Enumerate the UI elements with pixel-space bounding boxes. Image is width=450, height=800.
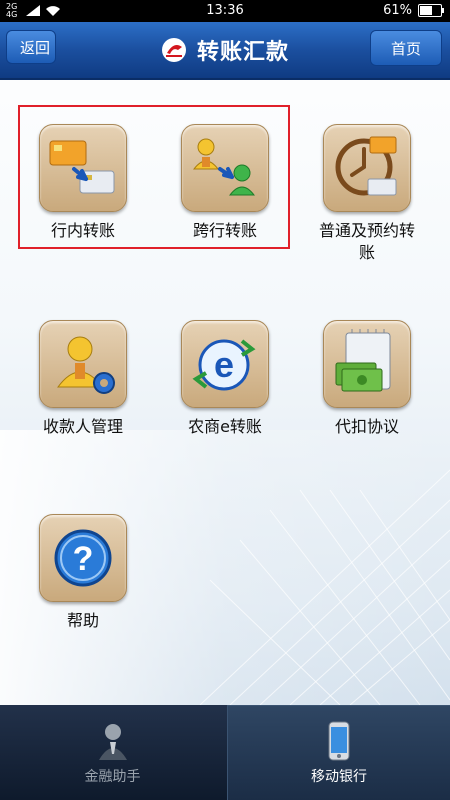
tab-mobile-banking[interactable]: 移动银行 — [227, 705, 450, 800]
page-title: 转账汇款 — [196, 40, 289, 65]
e-transfer-icon: e — [181, 320, 269, 408]
menu-item-label: 收款人管理 — [42, 417, 123, 436]
person-transfer-icon — [181, 124, 269, 212]
bottom-navigation: 金融助手 移动银行 — [0, 705, 450, 800]
back-button[interactable]: 返回 — [6, 30, 56, 64]
card-transfer-icon — [39, 124, 127, 212]
menu-item-label: 普通及预约转账 — [318, 221, 415, 262]
menu-item-payee-management[interactable]: 收款人管理 — [13, 320, 153, 438]
battery-icon — [418, 4, 444, 17]
menu-item-e-transfer[interactable]: e 农商e转账 — [155, 320, 295, 438]
tab-label: 移动银行 — [311, 769, 367, 785]
app-header: 转账汇款 返回 首页 — [0, 22, 450, 80]
assistant-icon — [98, 723, 127, 760]
home-button-label: 首页 — [390, 39, 421, 58]
menu-item-label: 跨行转账 — [192, 221, 257, 240]
back-button-label: 返回 — [19, 38, 50, 57]
home-button[interactable]: 首页 — [370, 30, 442, 66]
mobile-phone-icon — [328, 721, 350, 761]
menu-item-label: 行内转账 — [50, 221, 115, 240]
bank-logo-icon — [161, 38, 186, 62]
svg-text:e: e — [214, 344, 234, 385]
status-bar: 2G 4G 13:36 61% — [0, 0, 450, 22]
menu-item-scheduled-transfer[interactable]: 普通及预约转账 — [297, 124, 437, 264]
question-icon: ? — [39, 514, 127, 602]
menu-item-help[interactable]: ? 帮助 — [13, 514, 153, 632]
tab-financial-assistant[interactable]: 金融助手 — [0, 705, 225, 800]
battery-percent: 61% — [383, 3, 412, 18]
battery-fill — [420, 6, 432, 15]
battery-status: 61% — [383, 3, 444, 18]
menu-item-intra-bank-transfer[interactable]: 行内转账 — [13, 124, 153, 242]
svg-text:?: ? — [73, 540, 94, 578]
menu-item-label: 帮助 — [66, 611, 99, 630]
money-notebook-icon — [323, 320, 411, 408]
menu-item-withholding-agreement[interactable]: 代扣协议 — [297, 320, 437, 438]
clock-card-icon — [323, 124, 411, 212]
payee-manage-icon — [39, 320, 127, 408]
tab-label: 金融助手 — [84, 768, 141, 785]
menu-item-inter-bank-transfer[interactable]: 跨行转账 — [155, 124, 295, 242]
menu-item-label: 农商e转账 — [188, 417, 262, 436]
menu-item-label: 代扣协议 — [334, 417, 399, 436]
